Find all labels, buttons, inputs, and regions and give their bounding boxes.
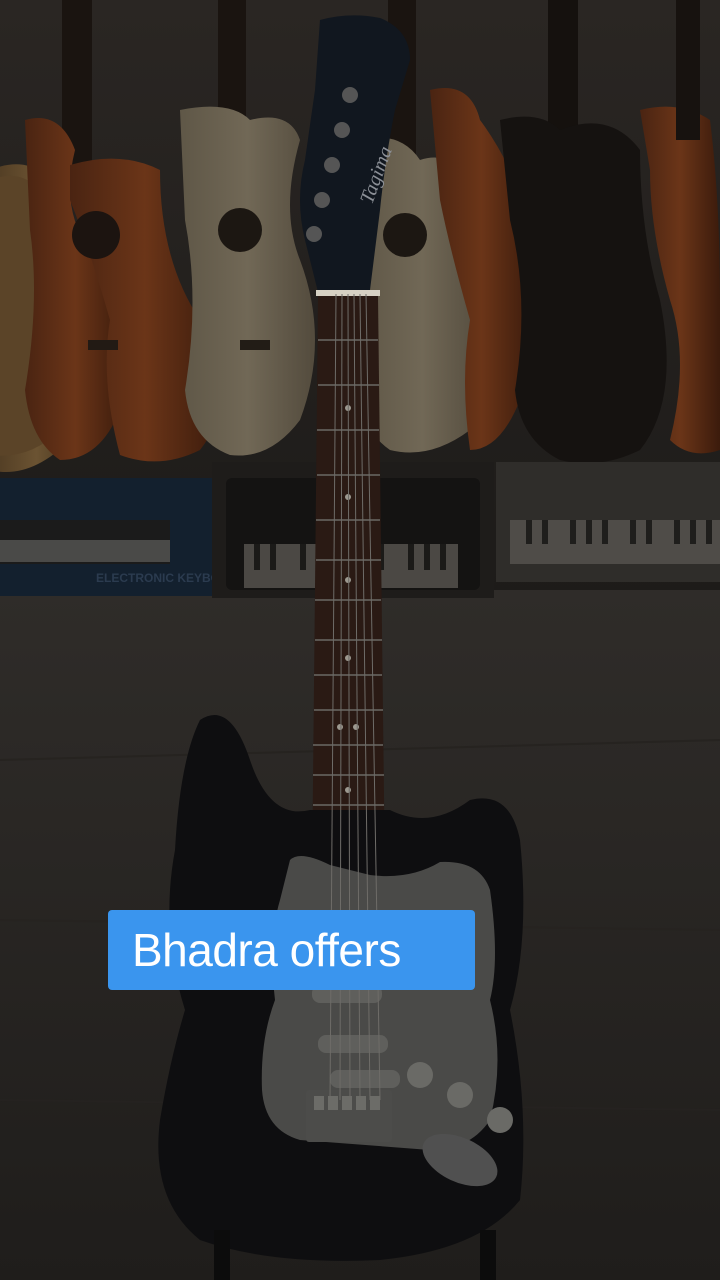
video-frame[interactable]: ELECTRONIC KEYBOARD Tagima Bhadra offers [0,0,720,1280]
caption-text: Bhadra offers [132,924,401,976]
caption-sticker: Bhadra offers [108,910,475,990]
video-dim-overlay [0,0,720,1280]
